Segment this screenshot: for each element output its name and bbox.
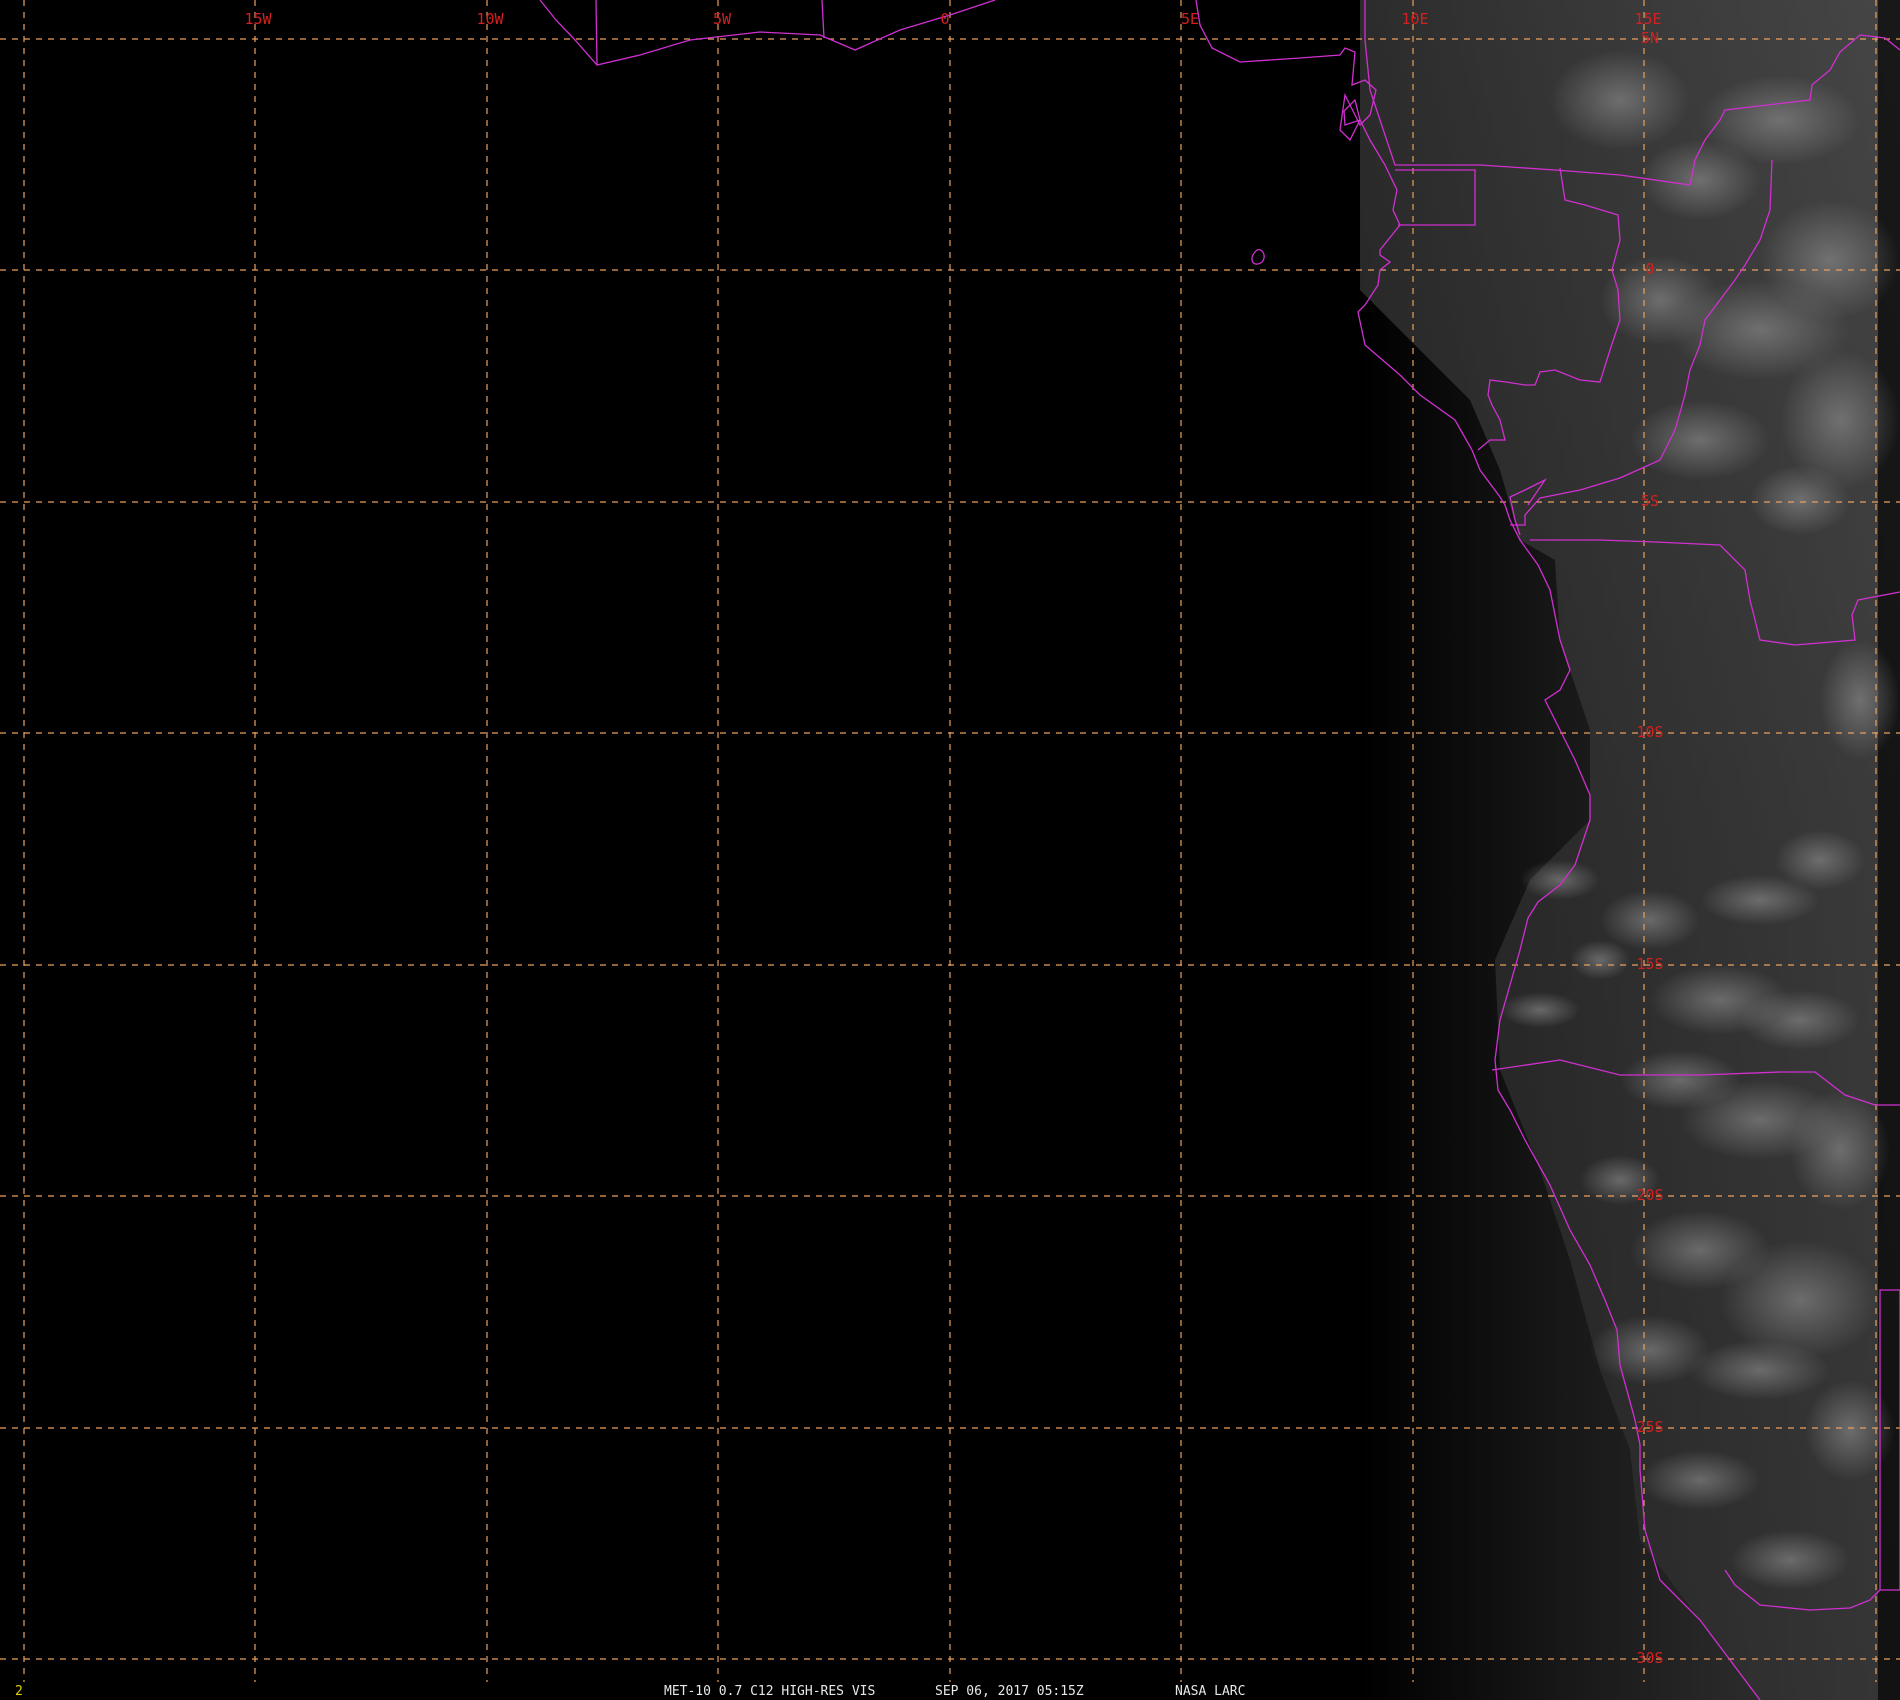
longitude-label: 5E (1181, 10, 1199, 28)
cloud-patch (1520, 860, 1600, 900)
caption-product: MET-10 0.7 C12 HIGH-RES VIS (664, 1684, 876, 1699)
latitude-label: 30S (1636, 1649, 1663, 1667)
cloud-patch (1550, 50, 1690, 150)
cloud-patch (1570, 940, 1630, 980)
cloud-patch (1630, 400, 1770, 480)
latitude-label: 25S (1636, 1418, 1663, 1436)
cloud-patch (1500, 992, 1580, 1028)
cloud-patch (1740, 990, 1860, 1050)
latitude-label: 20S (1636, 1186, 1663, 1204)
longitude-label: 0 (940, 10, 949, 28)
border-ghana-togo (821, 0, 825, 39)
satellite-map-viewer: 15W 10W 5W 0 5E 10E 15E 5N 0 5S 10S 15S 20S 25S 30S 2… (0, 0, 1900, 1700)
longitude-label: 5W (713, 10, 732, 28)
caption-source: NASA LARC (1175, 1684, 1246, 1699)
island-bioko (1251, 248, 1265, 265)
cloud-patch (1700, 75, 1860, 165)
latitude-label: 5N (1641, 29, 1659, 47)
island-sao-tome (1343, 98, 1361, 126)
caption-datetime: SEP 06, 2017 05:15Z (935, 1684, 1084, 1699)
longitude-label: 10E (1401, 10, 1428, 28)
latitude-label: 0 (1645, 260, 1654, 278)
cloud-patch (1805, 1380, 1895, 1480)
cloud-patch (1820, 640, 1900, 760)
longitude-label: 10W (476, 10, 504, 28)
latitude-label: 10S (1636, 723, 1663, 741)
frame-number: 2 (15, 1684, 23, 1699)
satellite-map-canvas: 15W 10W 5W 0 5E 10E 15E 5N 0 5S 10S 15S 20S 25S 30S (0, 0, 1900, 1700)
cloud-patch (1600, 255, 1720, 345)
cloud-patch (1640, 1450, 1760, 1510)
cloud-patch (1750, 465, 1850, 535)
latitude-label: 15S (1636, 955, 1663, 973)
longitude-label: 15W (244, 10, 272, 28)
border-west-africa-top (595, 0, 598, 66)
cloud-patch (1790, 1090, 1890, 1210)
cloud-patch (1600, 890, 1700, 950)
cloud-patch (1690, 1340, 1830, 1400)
latitude-label: 5S (1641, 492, 1659, 510)
coastline-gulf-of-guinea (539, 0, 996, 66)
cloud-patch (1700, 875, 1820, 925)
cloud-patch (1730, 1530, 1850, 1590)
longitude-label: 15E (1634, 10, 1661, 28)
